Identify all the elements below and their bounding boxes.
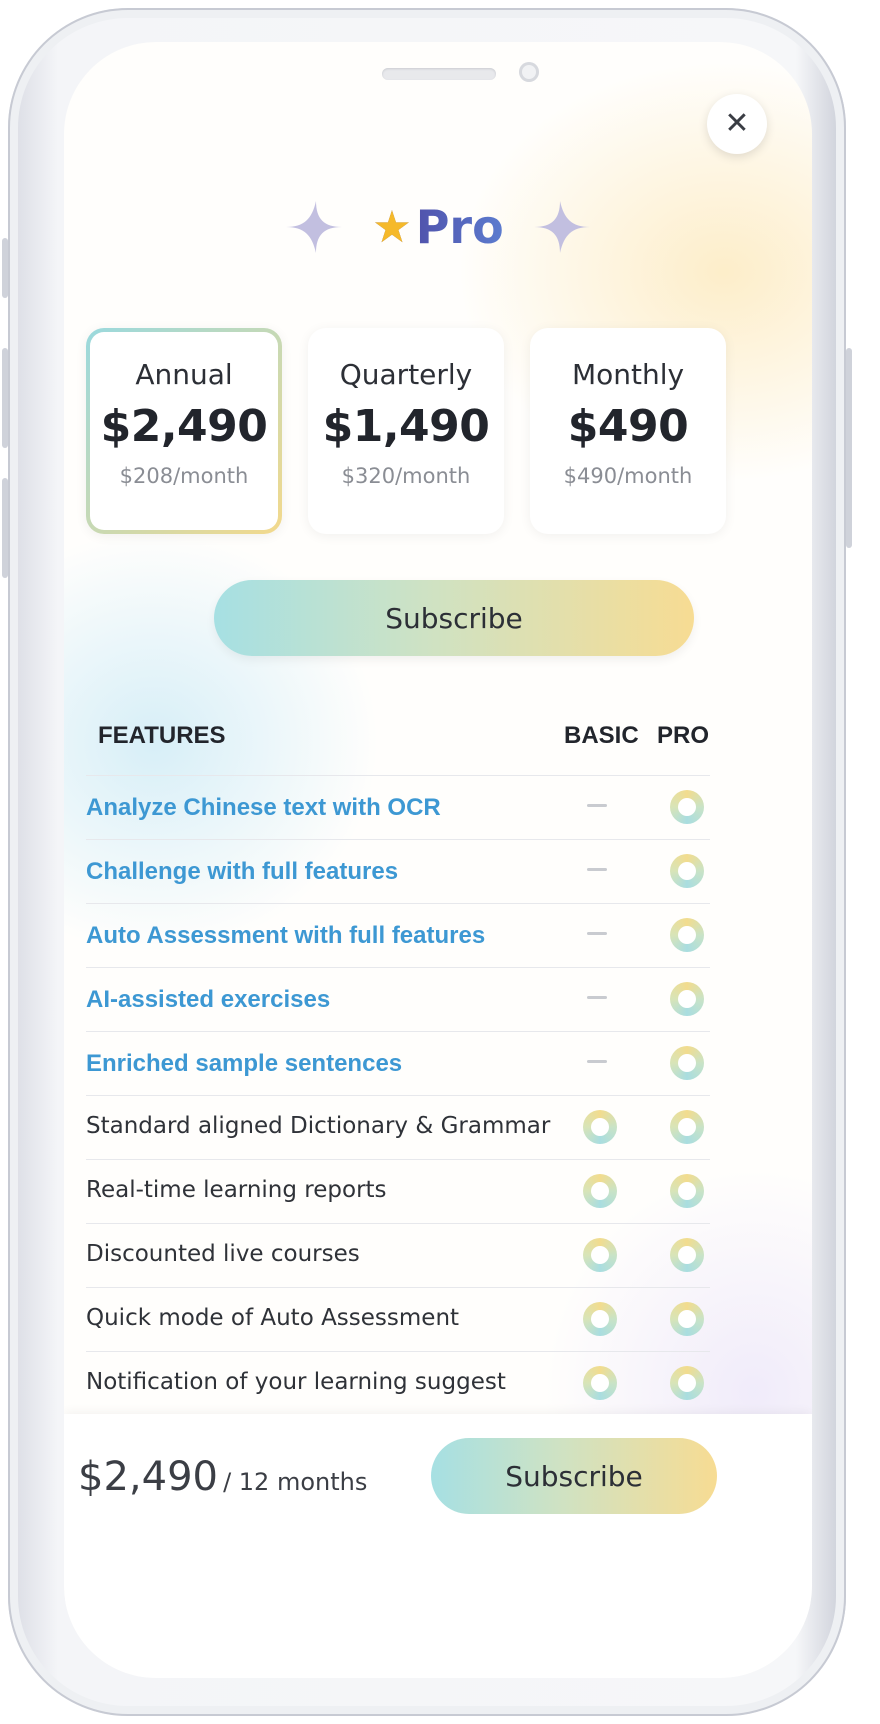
feature-row: Discounted live courses — [86, 1223, 710, 1287]
feature-label: Challenge with full features — [86, 858, 399, 885]
total-price: $2,490 / 12 months — [78, 1454, 367, 1500]
plan-card-monthly[interactable]: Monthly $490 $490/month — [530, 328, 726, 534]
feature-label: Auto Assessment with full features — [86, 922, 486, 949]
feature-row: Real-time learning reports — [86, 1159, 710, 1223]
plan-card-annual[interactable]: Annual $2,490 $208/month — [86, 328, 282, 534]
basic-not-included-icon — [587, 804, 607, 807]
feature-label: Enriched sample sentences — [86, 1050, 403, 1077]
plan-price: $490 — [567, 401, 689, 452]
header-basic: BASIC — [564, 722, 639, 749]
close-icon: ✕ — [724, 106, 750, 141]
plan-per-month: $490/month — [563, 464, 693, 488]
features-table: Analyze Chinese text with OCR Challenge w… — [86, 775, 710, 1415]
pro-included-icon — [670, 1238, 704, 1272]
pro-included-icon — [670, 790, 704, 824]
feature-label: Notification of your learning suggest — [86, 1369, 506, 1395]
pro-included-icon — [670, 1110, 704, 1144]
feature-row: Quick mode of Auto Assessment — [86, 1287, 710, 1351]
plan-name: Quarterly — [339, 358, 473, 391]
basic-included-icon — [583, 1174, 617, 1208]
feature-label: Standard aligned Dictionary & Grammar — [86, 1113, 551, 1139]
header-pro: PRO — [657, 722, 710, 749]
basic-not-included-icon — [587, 996, 607, 999]
bottom-bar: $2,490 / 12 months Subscribe — [64, 1414, 812, 1678]
total-amount: $2,490 — [78, 1454, 218, 1500]
feature-row: Standard aligned Dictionary & Grammar — [86, 1095, 710, 1159]
plan-card-quarterly[interactable]: Quarterly $1,490 $320/month — [308, 328, 504, 534]
plan-price: $1,490 — [322, 401, 490, 452]
plan-name: Annual — [135, 358, 233, 391]
sparkle-left-icon — [286, 201, 343, 253]
star-icon: ★ — [372, 201, 412, 253]
phone-side-button — [2, 238, 8, 298]
screen: ✕ ★ Pro Annual $2,490 $208/month Quarter… — [64, 42, 812, 1678]
feature-label: Analyze Chinese text with OCR — [86, 794, 441, 821]
basic-included-icon — [583, 1110, 617, 1144]
basic-included-icon — [583, 1238, 617, 1272]
speaker-grille — [382, 68, 496, 80]
basic-included-icon — [583, 1366, 617, 1400]
header-features: FEATURES — [98, 722, 226, 749]
sparkle-right-icon — [533, 201, 590, 253]
feature-label: Discounted live courses — [86, 1241, 360, 1267]
pro-included-icon — [670, 1046, 704, 1080]
phone-volume-down — [2, 478, 8, 578]
feature-label: Quick mode of Auto Assessment — [86, 1305, 460, 1331]
pro-included-icon — [670, 918, 704, 952]
pro-header: ★ Pro — [64, 192, 812, 262]
features-table-header: FEATURES BASIC PRO — [94, 722, 764, 762]
basic-not-included-icon — [587, 932, 607, 935]
feature-row: Analyze Chinese text with OCR — [86, 775, 710, 839]
phone-power-button — [846, 348, 852, 548]
plan-options: Annual $2,490 $208/month Quarterly $1,49… — [86, 328, 806, 534]
pro-included-icon — [670, 854, 704, 888]
feature-row: Enriched sample sentences — [86, 1031, 710, 1095]
plan-per-month: $320/month — [341, 464, 471, 488]
pro-included-icon — [670, 982, 704, 1016]
feature-row: Notification of your learning suggest — [86, 1351, 710, 1415]
plan-name: Monthly — [571, 358, 685, 391]
feature-label: AI-assisted exercises — [86, 986, 331, 1013]
feature-row: Challenge with full features — [86, 839, 710, 903]
pro-title-text: Pro — [415, 200, 504, 254]
subscribe-button[interactable]: Subscribe — [214, 580, 694, 656]
feature-row: AI-assisted exercises — [86, 967, 710, 1031]
close-button[interactable]: ✕ — [707, 94, 767, 154]
pro-included-icon — [670, 1174, 704, 1208]
pro-included-icon — [670, 1302, 704, 1336]
basic-not-included-icon — [587, 1060, 607, 1063]
plan-per-month: $208/month — [119, 464, 249, 488]
feature-row: Auto Assessment with full features — [86, 903, 710, 967]
subscribe-bottom-button[interactable]: Subscribe — [431, 1438, 717, 1514]
basic-included-icon — [583, 1302, 617, 1336]
pro-title: ★ Pro — [372, 200, 503, 254]
pro-included-icon — [670, 1366, 704, 1400]
phone-frame: ✕ ★ Pro Annual $2,490 $208/month Quarter… — [2, 8, 852, 1716]
plan-price: $2,490 — [100, 401, 268, 452]
basic-not-included-icon — [587, 868, 607, 871]
front-camera — [519, 62, 539, 82]
feature-label: Real-time learning reports — [86, 1177, 387, 1203]
phone-volume-up — [2, 348, 8, 448]
total-period: / 12 months — [223, 1468, 368, 1496]
